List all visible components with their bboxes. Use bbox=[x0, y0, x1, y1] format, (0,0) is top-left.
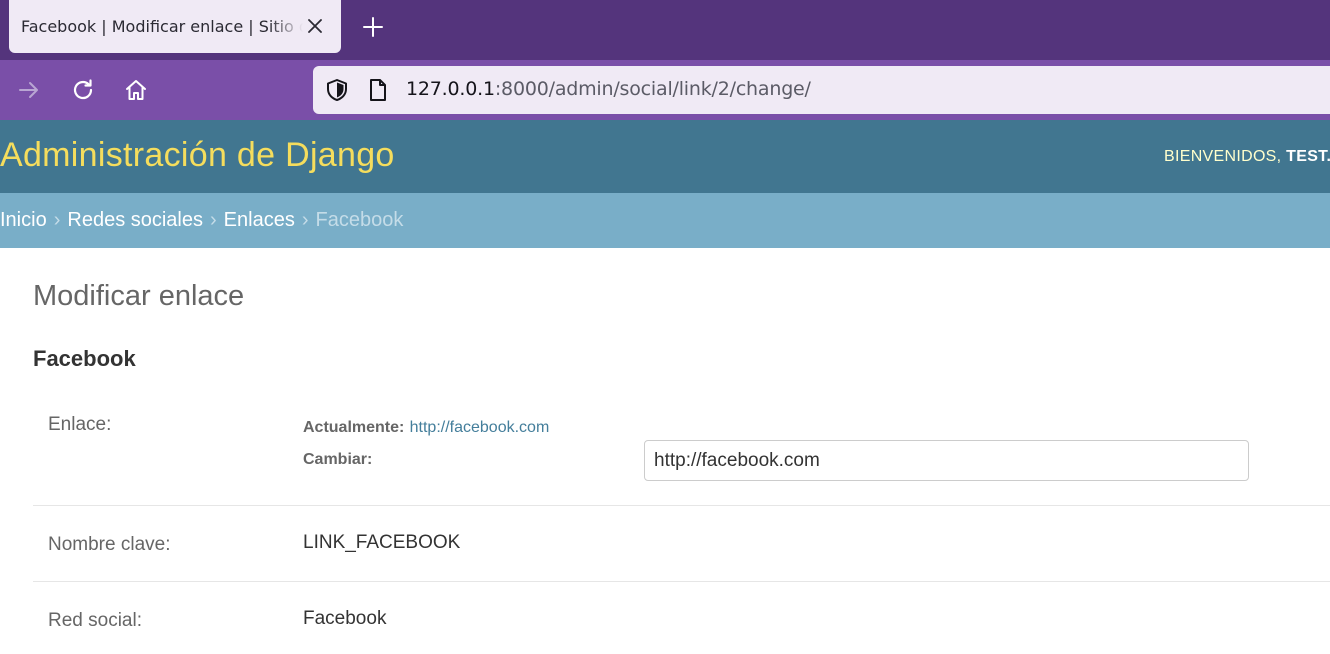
reload-icon[interactable] bbox=[68, 75, 98, 105]
url-path: :8000/admin/social/link/2/change/ bbox=[494, 78, 811, 100]
form-row-key: Nombre clave: LINK_FACEBOOK bbox=[33, 506, 1330, 582]
page-icon[interactable] bbox=[366, 78, 390, 102]
browser-tab-strip: Facebook | Modificar enlace | Sitio de a… bbox=[0, 0, 1330, 60]
breadcrumb-separator: › bbox=[53, 209, 61, 231]
network-field-value: Facebook bbox=[303, 608, 387, 629]
object-title: Facebook bbox=[33, 346, 136, 371]
browser-tab-active[interactable]: Facebook | Modificar enlace | Sitio de a… bbox=[9, 0, 341, 53]
url-current: Actualmente: http://facebook.com bbox=[303, 416, 549, 438]
change-label: Cambiar: bbox=[303, 451, 373, 468]
breadcrumb-separator: › bbox=[301, 209, 309, 231]
network-field-label: Red social: bbox=[48, 610, 142, 631]
key-field-value: LINK_FACEBOOK bbox=[303, 532, 461, 553]
address-bar[interactable]: 127.0.0.1:8000/admin/social/link/2/chang… bbox=[313, 66, 1330, 114]
breadcrumb-current: Facebook bbox=[315, 209, 404, 231]
key-field-label: Nombre clave: bbox=[48, 534, 171, 555]
current-url-link[interactable]: http://facebook.com bbox=[410, 419, 550, 436]
breadcrumb-home[interactable]: Inicio bbox=[0, 209, 47, 232]
url-change: Cambiar: bbox=[303, 440, 1303, 482]
username: TEST. bbox=[1286, 148, 1330, 165]
url-field-label: Enlace: bbox=[48, 414, 112, 435]
url-text[interactable]: 127.0.0.1:8000/admin/social/link/2/chang… bbox=[406, 78, 811, 100]
form-row-url: Enlace: Actualmente: http://facebook.com… bbox=[33, 396, 1330, 506]
shield-icon[interactable] bbox=[325, 78, 349, 102]
admin-header: Administración de Django BIENVENIDOS, TE… bbox=[0, 120, 1330, 193]
breadcrumb-app[interactable]: Redes sociales bbox=[67, 209, 203, 232]
site-branding[interactable]: Administración de Django bbox=[0, 136, 395, 175]
form-row-network: Red social: Facebook bbox=[33, 582, 1330, 654]
close-icon[interactable] bbox=[303, 14, 327, 38]
page-title: Modificar enlace bbox=[33, 280, 245, 312]
url-input[interactable] bbox=[644, 440, 1249, 481]
user-tools: BIENVENIDOS, TEST. bbox=[1164, 148, 1330, 166]
url-host: 127.0.0.1 bbox=[406, 78, 495, 100]
current-label: Actualmente: bbox=[303, 419, 405, 436]
welcome-text: BIENVENIDOS, bbox=[1164, 148, 1282, 165]
forward-arrow-icon[interactable] bbox=[14, 75, 44, 105]
breadcrumb-model[interactable]: Enlaces bbox=[224, 209, 295, 232]
home-icon[interactable] bbox=[121, 75, 151, 105]
breadcrumb-separator: › bbox=[210, 209, 217, 231]
tab-title: Facebook | Modificar enlace | Sitio de a… bbox=[21, 17, 303, 36]
plus-icon[interactable] bbox=[358, 12, 388, 42]
breadcrumb: Inicio › Redes sociales › Enlaces › Face… bbox=[0, 193, 1330, 248]
browser-navigation-bar: 127.0.0.1:8000/admin/social/link/2/chang… bbox=[0, 60, 1330, 120]
